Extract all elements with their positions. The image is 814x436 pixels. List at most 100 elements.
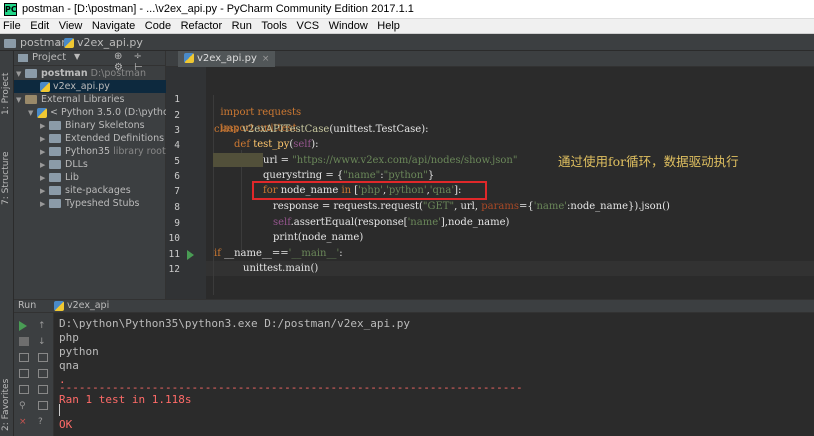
menu-run[interactable]: Run [229,19,255,33]
soft-wrap-icon[interactable] [38,353,48,362]
menu-help[interactable]: Help [374,19,403,33]
clear-all-icon[interactable] [38,401,48,410]
menu-bar: File Edit View Navigate Code Refactor Ru… [0,19,814,34]
menu-window[interactable]: Window [326,19,371,33]
line-number: 5 [174,156,180,167]
menu-view[interactable]: View [56,19,86,33]
line-number: 1 [174,94,180,105]
python-file-icon [40,81,50,92]
menu-code[interactable]: Code [142,19,174,33]
menu-navigate[interactable]: Navigate [89,19,138,33]
editor-tab-v2ex-api[interactable]: v2ex_api.py × [178,51,276,67]
python-file-icon [184,53,194,63]
tree-item-v2ex-api[interactable]: v2ex_api.py [14,80,166,93]
tree-item-python35[interactable]: ▶ Python35 library root [14,145,166,158]
pycharm-app-icon: PC [4,3,17,16]
run-gutter-icon[interactable] [187,250,194,260]
structure-tool-tab[interactable]: 7: Structure [1,143,13,206]
menu-tools[interactable]: Tools [258,19,290,33]
console-line: D:\python\Python35\python3.exe D:/postma… [59,317,410,330]
run-panel-header: Run v2ex_api [14,299,814,313]
run-panel-label: Run [18,300,37,311]
collapse-arrow-icon: ▶ [40,122,46,130]
menu-file[interactable]: File [0,19,24,33]
code-line-8: response = requests.request("GET", url, … [273,201,670,212]
tree-item-dlls[interactable]: ▶ DLLs [14,158,166,171]
breadcrumb-file[interactable]: v2ex_api.py [64,36,143,49]
project-tool-tab[interactable]: 1: Project [1,57,13,115]
library-icon [25,95,37,104]
scroll-down-icon[interactable]: ↓ [38,337,48,347]
console-line: OK [59,418,73,431]
scroll-up-icon[interactable]: ↑ [38,321,48,331]
run-config-tab[interactable]: v2ex_api [54,300,109,311]
folder-icon [49,160,61,169]
expand-arrow-icon: ▼ [16,96,22,104]
folder-icon [49,134,61,143]
folder-icon [49,147,61,156]
collapse-arrow-icon: ▶ [40,148,46,156]
highlight-box [252,181,487,200]
run-console[interactable] [54,313,814,436]
collapse-arrow-icon: ▶ [40,174,46,182]
editor-tab-strip: v2ex_api.py × [166,51,814,67]
line-number: 4 [174,140,180,151]
tree-item-typeshed-stubs[interactable]: ▶ Typeshed Stubs [14,197,166,210]
scroll-to-end-icon[interactable] [38,369,48,378]
window-title: postman - [D:\postman] - ...\v2ex_api.py… [22,3,414,15]
line-number: 2 [174,110,180,121]
close-icon[interactable]: × [19,417,29,427]
menu-vcs[interactable]: VCS [294,19,323,33]
line-number: 6 [174,171,180,182]
selection-marker [213,153,263,167]
close-icon[interactable]: × [262,54,270,64]
chevron-down-icon[interactable]: ▼ [74,52,80,61]
stop-icon[interactable] [19,337,29,346]
code-line-12: unittest.main() [243,263,319,274]
settings-icon[interactable] [19,385,29,394]
help-icon[interactable]: ? [38,417,48,427]
print-icon[interactable] [38,385,48,394]
run-toolbar: ↑ ↓ ⚲ × ? [14,313,54,436]
line-number: 3 [174,125,180,136]
python-sdk-icon [37,107,47,118]
pin-icon[interactable]: ⚲ [19,401,29,411]
code-line-9: self.assertEqual(response['name'],node_n… [273,217,510,228]
collapse-arrow-icon: ▶ [40,200,46,208]
left-tool-stripe: 1: Project 7: Structure 2: Favorites [0,51,14,436]
tree-item-postman[interactable]: ▼ postman D:\postman [14,67,166,80]
line-number: 10 [168,233,180,244]
dump-threads-icon[interactable] [19,369,29,378]
project-panel: Project ▼ ⊕ ÷ ⚙ ⊢ ▼ postman D:\postman v2… [14,51,166,299]
tree-item-python-sdk[interactable]: ▼< Python 3.5.0 (D:\python\Pytho [14,106,166,119]
pause-icon[interactable] [19,353,29,362]
project-view-icon [18,54,28,62]
favorites-tool-tab[interactable]: 2: Favorites [1,376,13,431]
folder-icon [49,121,61,130]
line-number: 7 [174,186,180,197]
collapse-arrow-icon: ▶ [40,135,46,143]
annotation-text: 通过使用for循环，数据驱动执行 [558,154,739,169]
folder-icon [49,199,61,208]
console-cursor [59,404,60,416]
console-line: python [59,345,99,358]
line-number: 9 [174,218,180,229]
folder-icon [25,69,37,78]
console-line: Ran 1 test in 1.118s [59,393,192,406]
expand-arrow-icon: ▼ [28,109,34,117]
tree-item-extended-definitions[interactable]: ▶ Extended Definitions [14,132,166,145]
tree-item-binary-skeletons[interactable]: ▶ Binary Skeletons [14,119,166,132]
tree-item-site-packages[interactable]: ▶ site-packages [14,184,166,197]
python-file-icon [54,300,64,311]
navigation-bar: postman › v2ex_api.py [0,34,814,51]
menu-refactor[interactable]: Refactor [178,19,226,33]
collapse-arrow-icon: ▶ [40,187,46,195]
tree-item-external-libraries[interactable]: ▼ External Libraries [14,93,166,106]
breadcrumb-separator: › [56,36,61,49]
project-view-label[interactable]: Project [32,52,66,63]
line-number: 11 [168,249,180,260]
menu-edit[interactable]: Edit [27,19,52,33]
rerun-icon[interactable] [19,321,27,331]
tree-item-lib[interactable]: ▶ Lib [14,171,166,184]
collapse-arrow-icon: ▶ [40,161,46,169]
